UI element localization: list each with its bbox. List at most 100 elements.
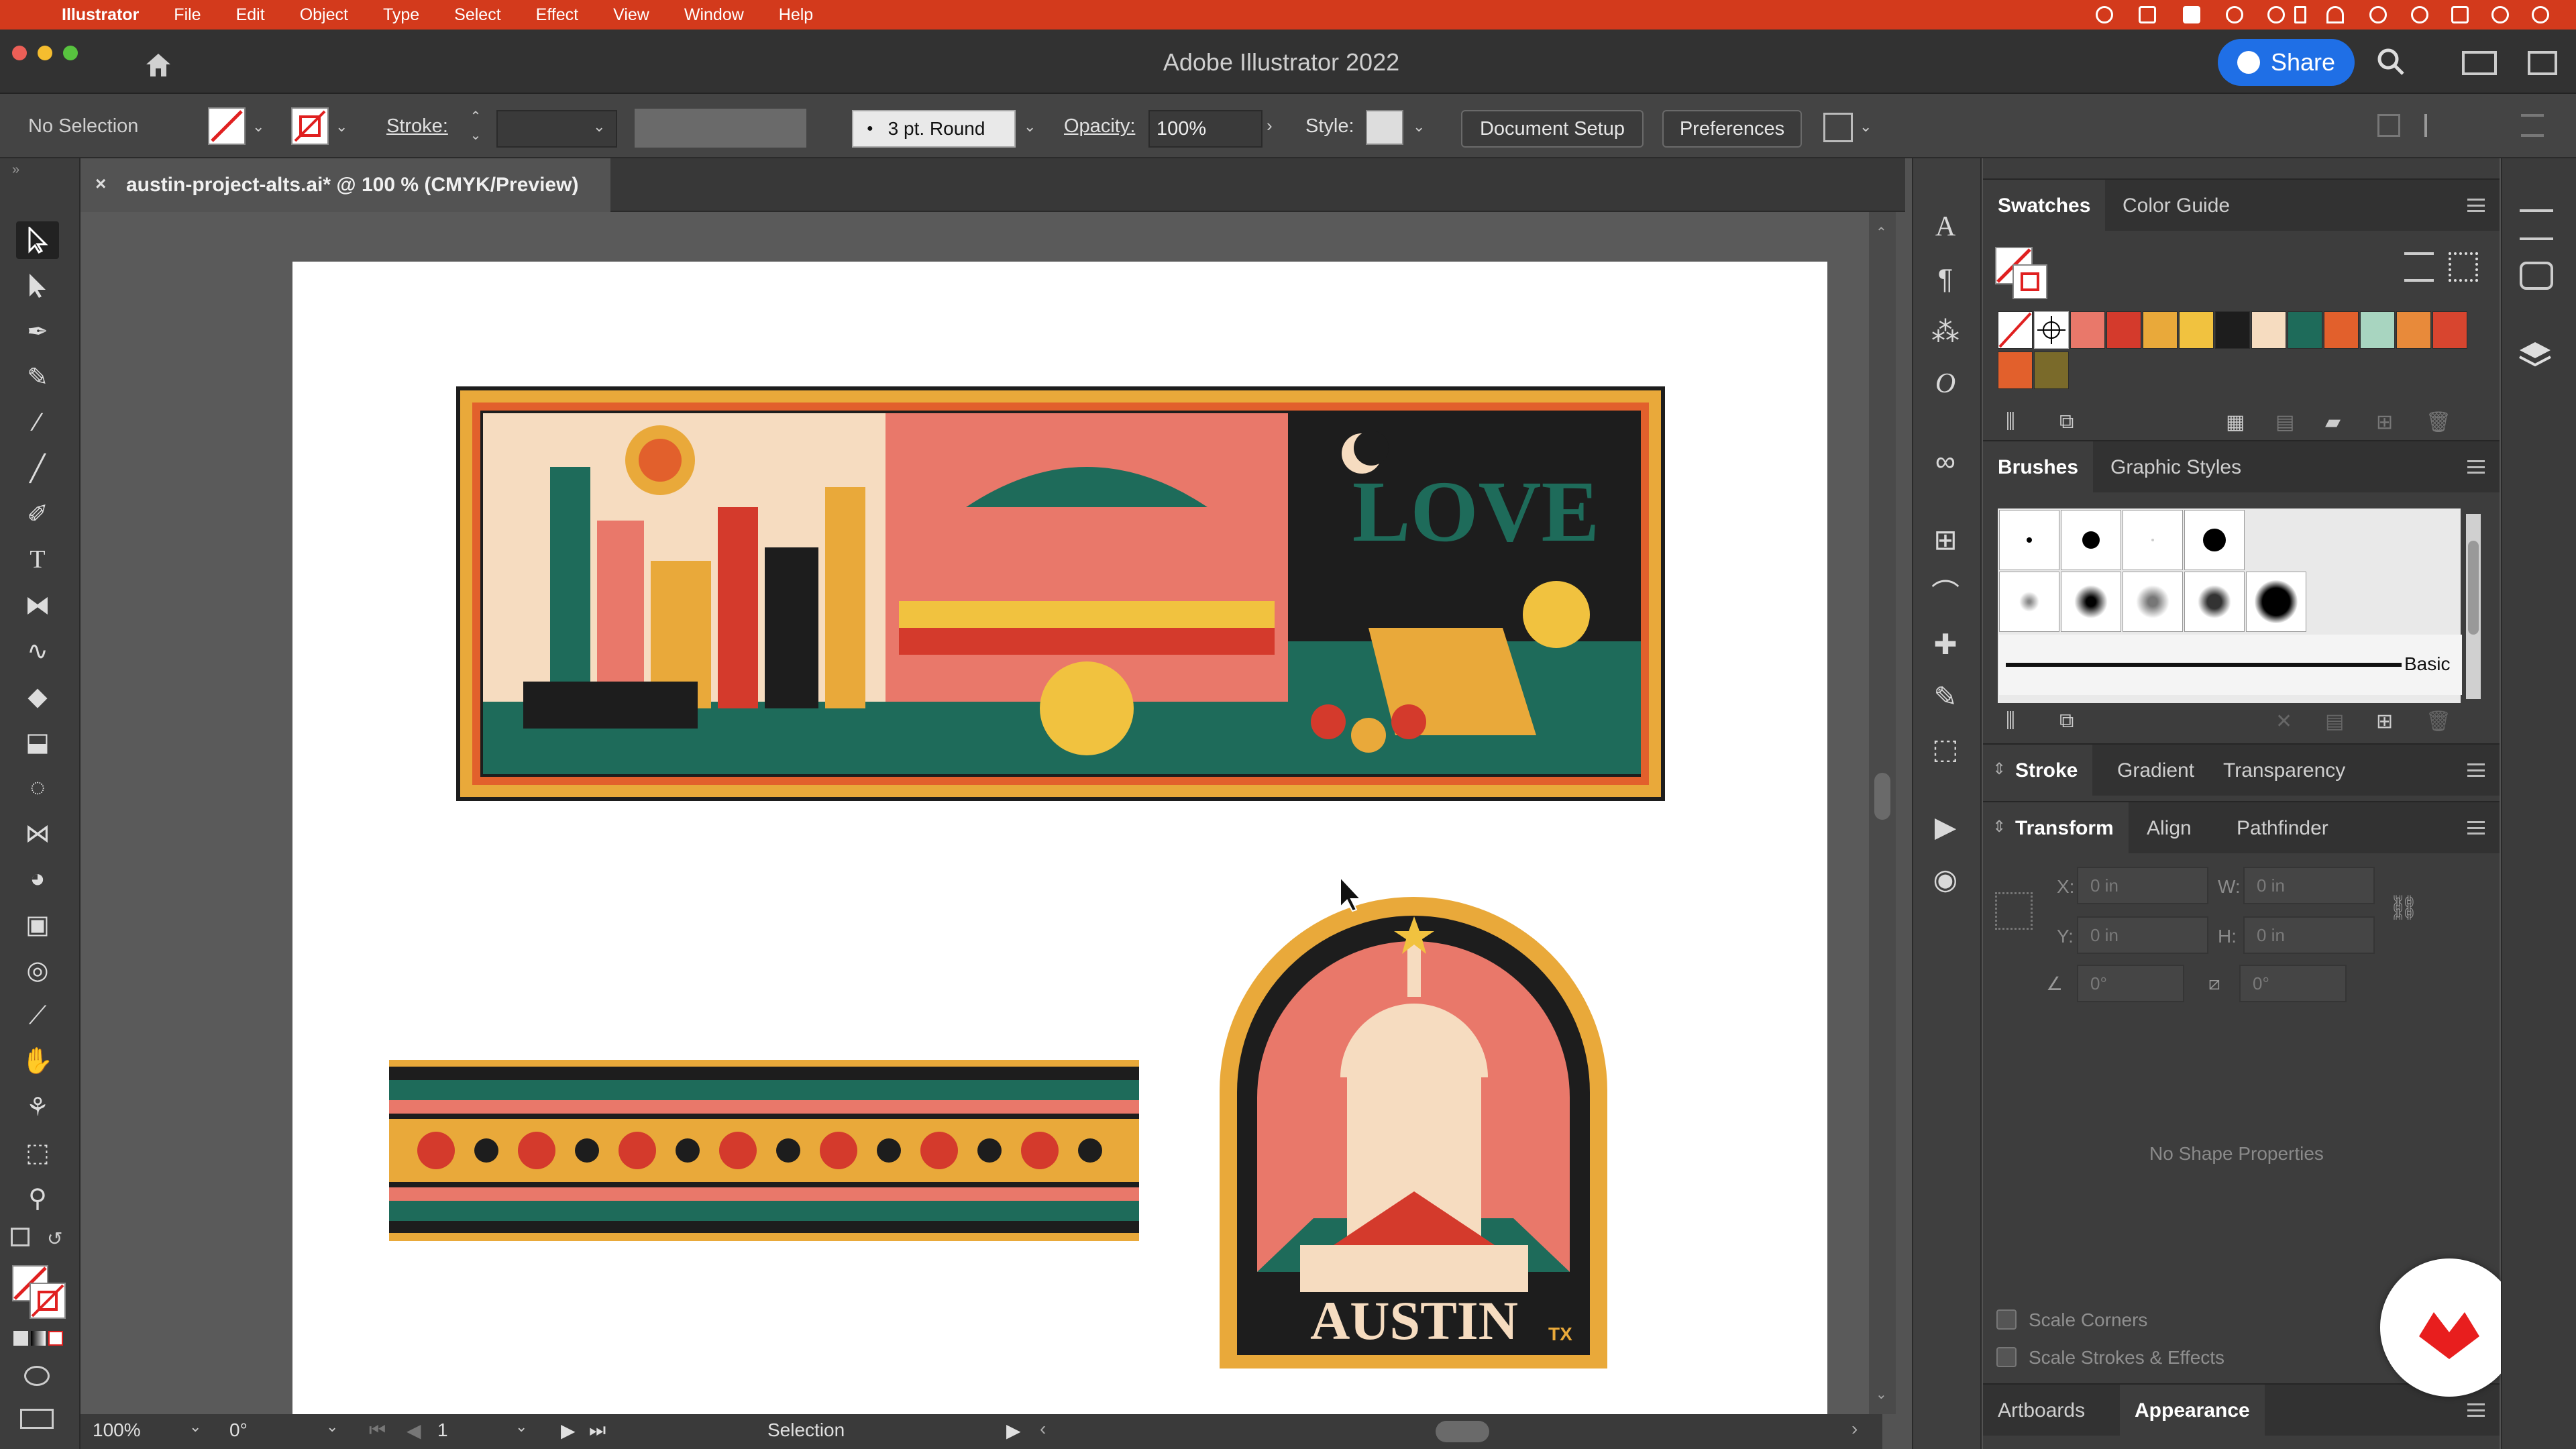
arrange-dropdown-icon[interactable]: ⌄ (1860, 118, 1872, 136)
scroll-up-icon[interactable]: ⌃ (1876, 224, 1887, 241)
magic-wand-tool-icon[interactable]: ⁄ (16, 404, 59, 441)
swatch-12[interactable] (1998, 352, 2033, 389)
brush-definition[interactable]: ● 3 pt. Round (852, 110, 1016, 148)
siri-icon[interactable] (2491, 6, 2509, 23)
stroke-swatch[interactable] (291, 107, 329, 145)
tab-graphic-styles[interactable]: Graphic Styles (2096, 441, 2256, 494)
artboard-tool-icon[interactable]: ⬚ (16, 1134, 59, 1171)
stroke-dropdown-icon[interactable]: ⌄ (335, 118, 347, 136)
width-tool-icon[interactable]: ∿ (16, 632, 59, 669)
selection-tool-icon[interactable] (16, 221, 59, 259)
swatch-options-icon[interactable]: ▦ (2226, 411, 2245, 434)
symbol-sprayer-tool-icon[interactable]: ⚘ (16, 1088, 59, 1126)
vertical-scrollbar[interactable]: ⌃ ⌄ (1869, 212, 1896, 1414)
swatch-none[interactable] (1998, 311, 2033, 349)
swatch-10[interactable] (2396, 311, 2431, 349)
brush-8[interactable] (2184, 572, 2245, 632)
glyphs-panel-icon[interactable]: ⁂ (1924, 313, 1967, 350)
gradient-mode-icon[interactable] (31, 1331, 46, 1346)
screen-mode-icon[interactable] (20, 1409, 54, 1429)
reference-point-icon[interactable] (1995, 892, 2033, 930)
user-icon[interactable] (2369, 6, 2387, 23)
bluetooth-icon[interactable] (2294, 6, 2306, 23)
rotation-dropdown-icon[interactable]: ⌄ (326, 1418, 338, 1436)
swap-colors-icon[interactable]: ↺ (47, 1228, 62, 1250)
brush-2[interactable] (2061, 510, 2121, 570)
stroke-menu-icon[interactable] (2467, 763, 2485, 777)
transform-menu-icon[interactable] (2467, 821, 2485, 835)
control-center-icon[interactable] (2451, 6, 2469, 23)
menu-window[interactable]: Window (684, 5, 744, 25)
character-panel-icon[interactable]: A (1924, 208, 1967, 246)
brush-libraries-icon[interactable]: ⫼ (2006, 710, 2015, 733)
document-tab[interactable]: × austin-project-alts.ai* @ 100 % (CMYK/… (80, 158, 610, 212)
swatch-7[interactable] (2288, 311, 2322, 349)
tab-appearance[interactable]: Appearance (2120, 1385, 2265, 1437)
shaper-tool-icon[interactable]: ⬓ (16, 723, 59, 761)
new-swatch-icon[interactable]: ⊞ (2376, 411, 2393, 434)
swatch-libraries-icon[interactable]: ⫼ (2006, 411, 2015, 433)
zoom-tool-icon[interactable]: ⚲ (16, 1179, 59, 1217)
document-setup-button[interactable]: Document Setup (1461, 110, 1644, 148)
menu-edit[interactable]: Edit (236, 5, 265, 25)
menu-view[interactable]: View (613, 5, 649, 25)
y-field[interactable]: 0 in (2077, 916, 2208, 954)
close-window-button[interactable] (12, 46, 27, 60)
actions-panel-icon[interactable]: ▶ (1924, 808, 1967, 845)
status-icon-1[interactable] (2096, 6, 2113, 23)
toolbar-stroke-icon[interactable] (30, 1283, 66, 1319)
free-transform-tool-icon[interactable]: ◌ (16, 769, 59, 806)
brush-options-icon[interactable]: ▤ (2325, 710, 2344, 733)
scale-corners-checkbox[interactable] (1996, 1309, 2017, 1330)
transform-panel-icon[interactable]: ⊞ (1924, 521, 1967, 558)
preferences-button[interactable]: Preferences (1662, 110, 1802, 148)
austin-banner-artwork[interactable]: LOVE (456, 386, 1665, 801)
zoom-window-button[interactable] (63, 46, 78, 60)
x-field[interactable]: 0 in (2077, 867, 2208, 904)
tab-align[interactable]: Align (2132, 802, 2206, 855)
style-dropdown-icon[interactable]: ⌄ (1413, 118, 1425, 136)
menu-type[interactable]: Type (383, 5, 419, 25)
swatch-6[interactable] (2251, 311, 2286, 349)
wifi-icon[interactable] (2326, 6, 2344, 23)
reflect-tool-icon[interactable]: ⧓ (16, 586, 59, 624)
shear-field[interactable]: 0° (2239, 965, 2347, 1002)
properties-panel-icon[interactable] (2520, 209, 2553, 240)
remove-brush-stroke-icon[interactable]: ✕ (2275, 710, 2292, 733)
menu-help[interactable]: Help (779, 5, 813, 25)
paintbrush-tool-icon[interactable]: ✐ (16, 495, 59, 533)
menu-app[interactable]: Illustrator (62, 5, 139, 25)
eraser-tool-icon[interactable]: ◆ (16, 678, 59, 715)
swatch-2[interactable] (2106, 311, 2141, 349)
opentype-panel-icon[interactable]: O (1924, 365, 1967, 402)
search-icon[interactable] (2376, 47, 2406, 76)
rotation-value[interactable]: 0° (229, 1419, 248, 1441)
arrange-icon[interactable] (1823, 113, 1853, 142)
opacity-arrow-icon[interactable]: › (1267, 115, 1273, 136)
tab-gradient[interactable]: Gradient (2102, 745, 2209, 797)
scroll-right-icon[interactable]: › (1851, 1418, 1858, 1440)
appearance-menu-icon[interactable] (2467, 1403, 2485, 1417)
h-field[interactable]: 0 in (2243, 916, 2375, 954)
swatches-stroke-icon[interactable] (2012, 264, 2047, 299)
swatch-4[interactable] (2179, 311, 2214, 349)
notification-icon[interactable] (2532, 6, 2549, 23)
artboard-dropdown-icon[interactable]: ⌄ (515, 1418, 527, 1436)
zoom-dropdown-icon[interactable]: ⌄ (189, 1418, 201, 1436)
menu-file[interactable]: File (174, 5, 201, 25)
brushes-scroll-thumb[interactable] (2468, 541, 2479, 635)
spotlight-icon[interactable] (2411, 6, 2428, 23)
curvature-panel-icon[interactable]: ⌒ (1924, 573, 1967, 610)
comments-panel-icon[interactable] (2520, 262, 2553, 290)
swatches-menu-icon[interactable] (2467, 199, 2485, 212)
brush-panel-icon[interactable]: ✎ (1924, 678, 1967, 715)
delete-swatch-icon[interactable]: 🗑 (2426, 411, 2451, 434)
swatch-13[interactable] (2034, 352, 2069, 389)
default-colors-icon[interactable] (11, 1228, 30, 1246)
constrain-proportions-icon[interactable]: ⛓ (2388, 894, 2419, 922)
horizontal-scroll-thumb[interactable] (1436, 1421, 1489, 1442)
scale-strokes-checkbox[interactable] (1996, 1347, 2017, 1367)
new-color-group-icon[interactable]: ▰ (2325, 411, 2341, 434)
fill-dropdown-icon[interactable]: ⌄ (252, 118, 264, 136)
fill-swatch[interactable] (208, 107, 246, 145)
